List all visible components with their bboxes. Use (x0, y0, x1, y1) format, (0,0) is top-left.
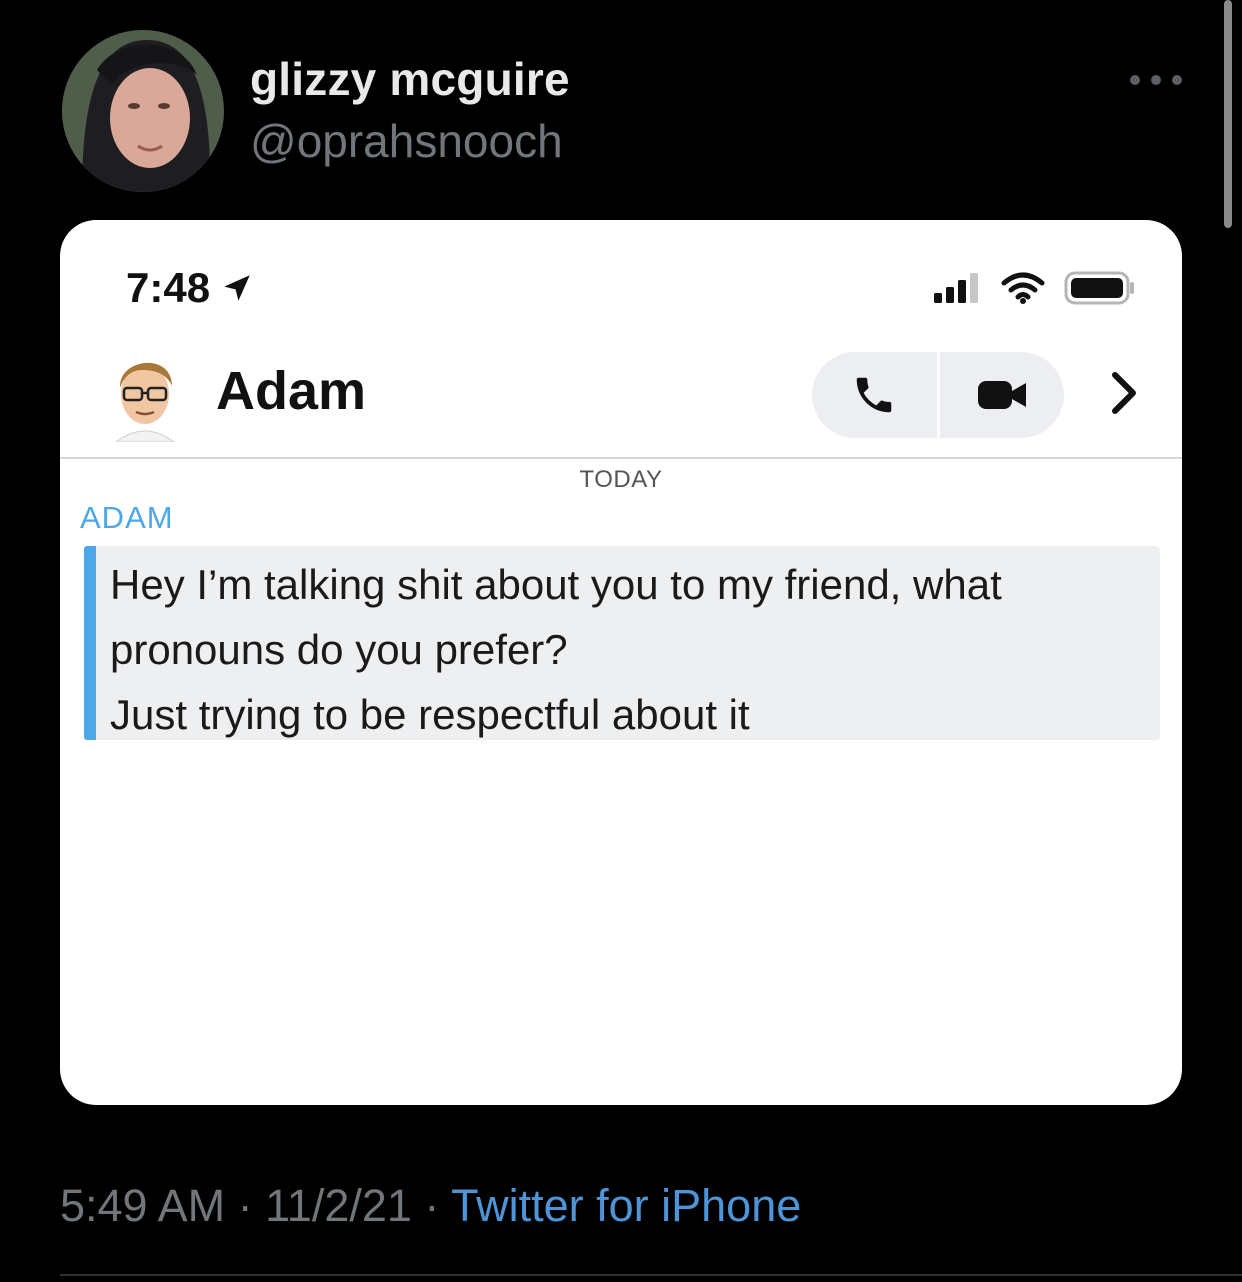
chevron-right-icon[interactable] (1104, 368, 1144, 418)
message-accent-bar (84, 546, 96, 740)
location-arrow-icon (224, 275, 250, 301)
bitmoji-avatar[interactable] (112, 350, 178, 442)
meta-separator: · (411, 1180, 452, 1231)
sender-label: ADAM (80, 500, 174, 535)
tweet-metadata: 5:49 AM · 11/2/21 · Twitter for iPhone (60, 1180, 801, 1232)
screenshot-image[interactable]: 7:48 Adam TODAY ADAM Hey I’m talking shi… (60, 220, 1182, 1105)
status-bar-icons (932, 270, 1136, 306)
voice-call-button[interactable] (812, 352, 937, 438)
status-time-text: 7:48 (126, 264, 211, 311)
header-divider (60, 457, 1182, 459)
status-bar-time: 7:48 (126, 264, 254, 312)
meta-separator: · (225, 1180, 266, 1231)
bottom-divider (60, 1274, 1242, 1276)
video-call-button[interactable] (940, 352, 1065, 438)
message-line: Just trying to be respectful about it (110, 691, 750, 738)
tweet-source-link[interactable]: Twitter for iPhone (451, 1180, 801, 1231)
profile-avatar[interactable] (62, 30, 224, 192)
message-text: Hey I’m talking shit about you to my fri… (110, 552, 1140, 747)
scrollbar[interactable] (1224, 0, 1232, 228)
more-icon[interactable] (1130, 66, 1182, 94)
chat-message[interactable]: Hey I’m talking shit about you to my fri… (84, 546, 1160, 740)
tweet-date[interactable]: 11/2/21 (265, 1180, 412, 1231)
display-name[interactable]: glizzy mcguire (250, 52, 570, 106)
user-handle[interactable]: @oprahsnooch (250, 114, 563, 168)
message-line: Hey I’m talking shit about you to my fri… (110, 561, 1002, 608)
wifi-icon (1001, 272, 1045, 304)
phone-icon (857, 377, 892, 413)
tweet-time[interactable]: 5:49 AM (60, 1180, 225, 1231)
battery-icon (1064, 271, 1134, 305)
message-line: pronouns do you prefer? (110, 626, 568, 673)
chat-header: Adam (60, 338, 1182, 456)
call-buttons (812, 352, 1064, 438)
date-separator: TODAY (579, 466, 663, 493)
video-camera-icon (977, 381, 1026, 409)
profile-photo (62, 30, 224, 192)
signal-icon (934, 273, 978, 303)
contact-name[interactable]: Adam (216, 360, 366, 422)
